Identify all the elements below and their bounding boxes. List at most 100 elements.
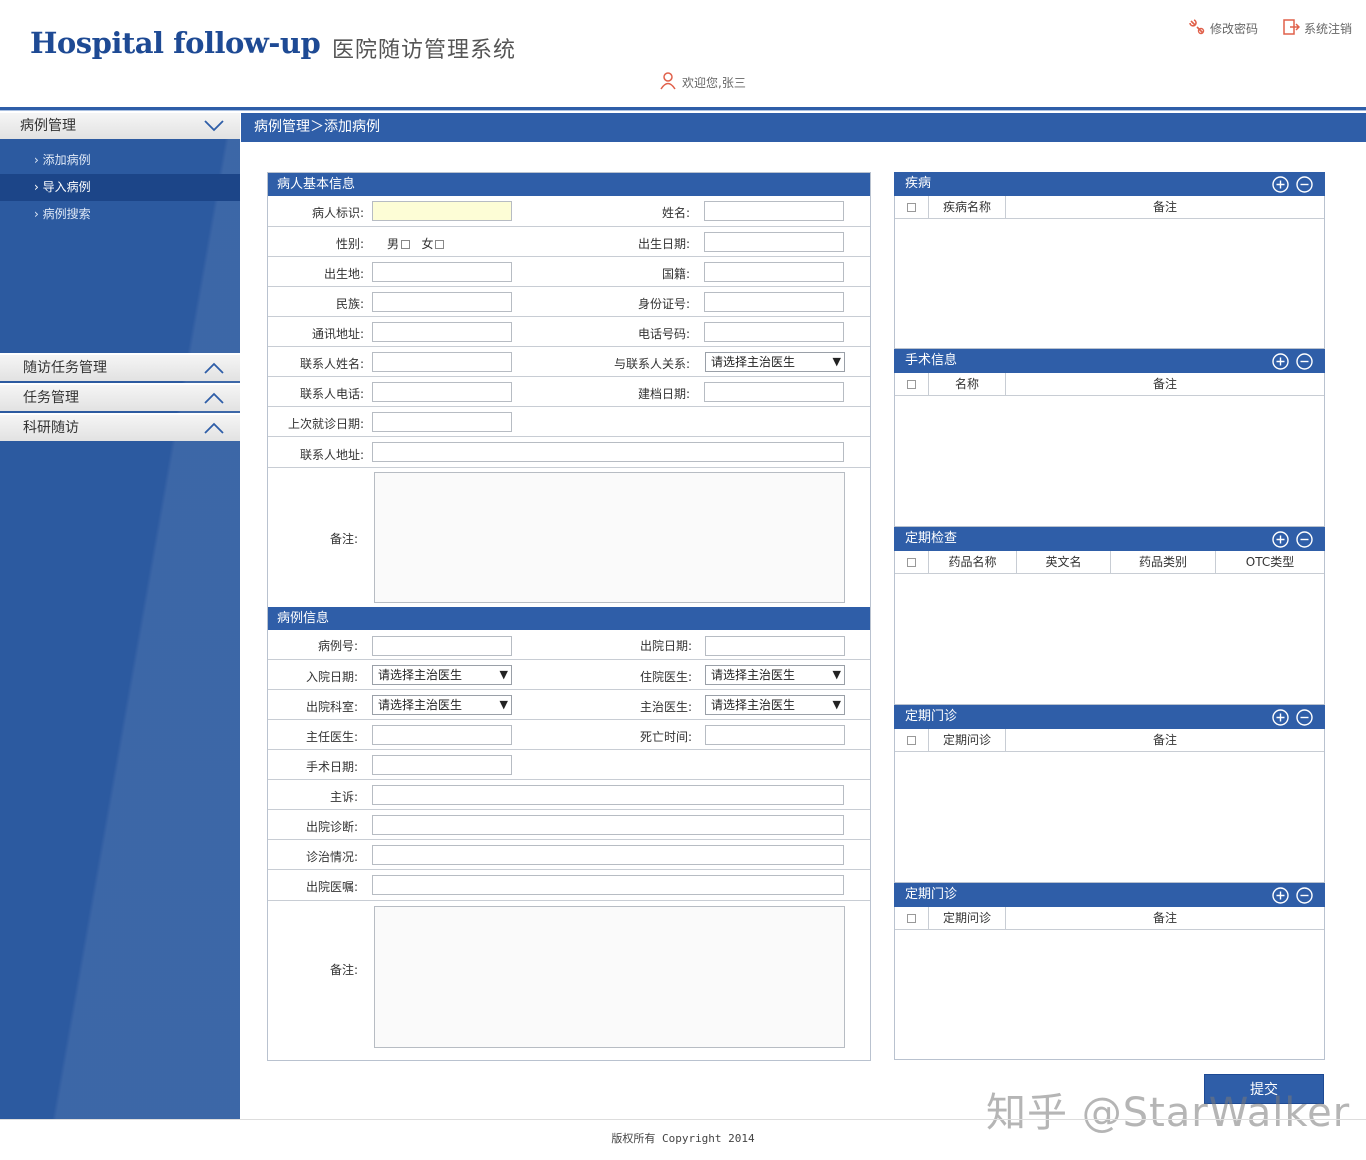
form-row: 备注: bbox=[268, 467, 870, 607]
id-number-label: 身份证号: bbox=[637, 297, 690, 311]
contact-relation-select[interactable]: 请选择主治医生 ▼ bbox=[705, 352, 845, 372]
sidebar-item-import-case[interactable]: › 导入病例 bbox=[0, 174, 240, 201]
select-all-checkbox[interactable] bbox=[907, 736, 916, 745]
form-row: 主诉: bbox=[268, 779, 870, 809]
name-input[interactable] bbox=[704, 201, 844, 221]
address-input[interactable] bbox=[372, 322, 512, 342]
column-header: 备注 bbox=[1152, 911, 1177, 925]
welcome-message: 欢迎您,张三 bbox=[660, 72, 746, 93]
sidebar-group-research-followup[interactable]: 科研随访 bbox=[0, 413, 240, 441]
column-header: OTC类型 bbox=[1245, 555, 1295, 569]
complaint-label: 主诉: bbox=[329, 790, 358, 804]
case-remark-textarea[interactable] bbox=[374, 906, 845, 1048]
remove-icon[interactable] bbox=[1296, 531, 1313, 548]
clinic-panel-header: 定期门诊 bbox=[894, 705, 1325, 729]
sidebar-group-case-management[interactable]: 病例管理 bbox=[0, 111, 240, 139]
contact-address-input[interactable] bbox=[372, 442, 844, 462]
logout-label: 系统注销 bbox=[1303, 22, 1352, 36]
form-row: 出院科室: 请选择主治医生 ▼ 主治医生: 请选择主治医生 ▼ bbox=[268, 689, 870, 719]
discharge-diag-input[interactable] bbox=[372, 815, 844, 835]
form-row: 主任医生: 死亡时间: bbox=[268, 719, 870, 749]
select-all-checkbox[interactable] bbox=[907, 203, 916, 212]
phone-input[interactable] bbox=[704, 322, 844, 342]
remark-textarea[interactable] bbox=[374, 472, 845, 603]
file-date-input[interactable] bbox=[704, 382, 844, 402]
surgery-panel: 手术信息 名称 备注 bbox=[894, 349, 1325, 527]
column-header: 药品类别 bbox=[1111, 551, 1216, 573]
logout-link[interactable]: 系统注销 bbox=[1282, 18, 1352, 39]
gender-female-checkbox[interactable] bbox=[435, 240, 445, 249]
select-all-checkbox[interactable] bbox=[907, 914, 916, 923]
discharge-dept-select[interactable]: 请选择主治医生 ▼ bbox=[372, 695, 512, 715]
column-header: 药品名称 bbox=[929, 551, 1017, 573]
change-password-label: 修改密码 bbox=[1209, 22, 1258, 36]
sidebar-item-add-case[interactable]: › 添加病例 bbox=[0, 147, 240, 174]
form-row: 联系人电话: 建档日期: bbox=[268, 376, 870, 406]
treatment-label: 诊治情况: bbox=[305, 850, 358, 864]
case-no-input[interactable] bbox=[372, 636, 512, 656]
gender-label: 性别: bbox=[335, 237, 364, 251]
nationality-label: 国籍: bbox=[661, 267, 690, 281]
form-row: 备注: bbox=[268, 900, 870, 1054]
id-number-input[interactable] bbox=[704, 292, 844, 312]
director-input[interactable] bbox=[372, 725, 512, 745]
add-icon[interactable] bbox=[1272, 531, 1289, 548]
patient-id-input[interactable] bbox=[372, 201, 512, 221]
remove-icon[interactable] bbox=[1296, 887, 1313, 904]
sidebar-group-label: 任务管理 bbox=[23, 390, 79, 406]
clinic-panel-1: 定期门诊 定期问诊 备注 bbox=[894, 705, 1325, 883]
patient-id-label: 病人标识: bbox=[311, 206, 364, 220]
panel-title: 手术信息 bbox=[905, 353, 958, 368]
add-icon[interactable] bbox=[1272, 709, 1289, 726]
remove-icon[interactable] bbox=[1296, 176, 1313, 193]
dropdown-arrow-icon: ▼ bbox=[832, 668, 841, 681]
form-row: 民族: 身份证号: bbox=[268, 286, 870, 316]
discharge-advice-input[interactable] bbox=[372, 875, 844, 895]
remove-icon[interactable] bbox=[1296, 353, 1313, 370]
surgery-date-input[interactable] bbox=[372, 755, 512, 775]
header: Hospital follow-up 医院随访管理系统 修改密码 系统注销 欢迎… bbox=[0, 0, 1366, 108]
contact-phone-input[interactable] bbox=[372, 382, 512, 402]
add-icon[interactable] bbox=[1272, 176, 1289, 193]
basic-info-header: 病人基本信息 bbox=[268, 173, 870, 196]
birth-date-label: 出生日期: bbox=[637, 237, 690, 251]
complaint-input[interactable] bbox=[372, 785, 844, 805]
select-all-checkbox[interactable] bbox=[907, 380, 916, 389]
resident-doctor-select[interactable]: 请选择主治医生 ▼ bbox=[705, 665, 845, 685]
form-row: 联系人地址: bbox=[268, 436, 870, 467]
change-password-link[interactable]: 修改密码 bbox=[1188, 18, 1258, 39]
sidebar-group-label: 随访任务管理 bbox=[23, 360, 107, 376]
chevron-down-icon bbox=[204, 120, 224, 132]
form-row: 诊治情况: bbox=[268, 839, 870, 869]
table-header: 疾病名称 备注 bbox=[895, 196, 1324, 219]
discharge-advice-label: 出院医嘱: bbox=[305, 880, 358, 894]
nationality-input[interactable] bbox=[704, 262, 844, 282]
death-time-label: 死亡时间: bbox=[639, 730, 692, 744]
add-icon[interactable] bbox=[1272, 353, 1289, 370]
column-header: 英文名 bbox=[1017, 551, 1111, 573]
logo-chinese: 医院随访管理系统 bbox=[332, 38, 517, 63]
column-header: 名称 bbox=[929, 373, 1006, 395]
dropdown-arrow-icon: ▼ bbox=[499, 698, 508, 711]
add-icon[interactable] bbox=[1272, 887, 1289, 904]
remove-icon[interactable] bbox=[1296, 709, 1313, 726]
sidebar-group-task-management[interactable]: 任务管理 bbox=[0, 383, 240, 411]
discharge-date-input[interactable] bbox=[705, 636, 845, 656]
birthplace-input[interactable] bbox=[372, 262, 512, 282]
case-no-label: 病例号: bbox=[317, 639, 358, 653]
wrench-icon bbox=[1188, 18, 1206, 39]
admit-date-select[interactable]: 请选择主治医生 ▼ bbox=[372, 665, 512, 685]
death-time-input[interactable] bbox=[705, 725, 845, 745]
sidebar-item-search-case[interactable]: › 病例搜索 bbox=[0, 201, 240, 228]
gender-male-checkbox[interactable] bbox=[401, 240, 411, 249]
treatment-input[interactable] bbox=[372, 845, 844, 865]
select-all-checkbox[interactable] bbox=[907, 558, 916, 567]
sidebar-group-followup-tasks[interactable]: 随访任务管理 bbox=[0, 353, 240, 381]
panel-title: 定期门诊 bbox=[905, 709, 958, 724]
birth-date-input[interactable] bbox=[704, 232, 844, 252]
ethnicity-input[interactable] bbox=[372, 292, 512, 312]
sidebar-group-label: 科研随访 bbox=[23, 420, 79, 436]
last-visit-input[interactable] bbox=[372, 412, 512, 432]
attending-select[interactable]: 请选择主治医生 ▼ bbox=[705, 695, 845, 715]
contact-name-input[interactable] bbox=[372, 352, 512, 372]
